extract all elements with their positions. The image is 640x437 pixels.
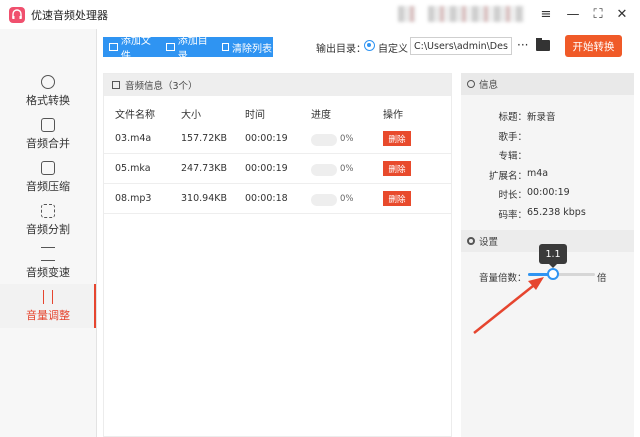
minimize-icon[interactable]: — <box>565 6 581 22</box>
gear-icon <box>467 237 475 245</box>
column-header-size: 大小 <box>181 110 201 121</box>
compress-icon <box>41 160 55 175</box>
sidebar-item-volume-adjust[interactable]: 音量调整 <box>0 284 96 328</box>
add-file-label: 添加文件 <box>120 36 151 62</box>
settings-title: 设置 <box>479 237 499 248</box>
info-key: 专辑： <box>498 151 527 162</box>
info-key: 歌手： <box>498 132 527 143</box>
audio-list-header: 音频信息（3个） <box>104 74 451 96</box>
close-icon[interactable]: ✕ <box>614 6 630 22</box>
info-key: 码率： <box>498 210 527 221</box>
sidebar-item-label: 音频变速 <box>26 265 70 279</box>
table-row[interactable]: 03.m4a 157.72KB 00:00:19 0% 删除 <box>104 124 451 154</box>
speed-icon <box>41 246 55 261</box>
split-icon <box>41 203 55 218</box>
file-name: 03.m4a <box>115 133 152 144</box>
volume-sliders-icon <box>43 289 53 304</box>
sidebar-item-audio-merge[interactable]: 音频合并 <box>0 112 96 156</box>
volume-value-tooltip: 1.1 <box>539 244 567 268</box>
clear-list-button[interactable]: 清除列表 <box>216 37 273 57</box>
custom-radio-label[interactable]: 自定义 <box>378 40 408 55</box>
info-value: 65.238 kbps <box>527 207 586 218</box>
progress-text: 0% <box>340 134 354 144</box>
more-options-button[interactable]: ··· <box>517 38 528 52</box>
progress-text: 0% <box>340 164 354 174</box>
sidebar-item-label: 音频分割 <box>26 222 70 236</box>
folder-icon <box>166 43 175 51</box>
column-header-time: 时间 <box>245 110 265 121</box>
sidebar: 格式转换 音频合并 音频压缩 音频分割 音频变速 音量调整 <box>0 29 97 437</box>
output-dir-label: 输出目录： <box>316 44 366 55</box>
sidebar-item-label: 音频合并 <box>26 136 70 150</box>
audio-list-title: 音频信息（3个） <box>125 81 198 92</box>
title-bar: 优速音频处理器 ≡ — ⛶ ✕ <box>0 0 640 29</box>
fullscreen-icon[interactable]: ⛶ <box>590 6 606 22</box>
delete-button[interactable]: 删除 <box>383 191 411 206</box>
sidebar-item-label: 音量调整 <box>26 308 70 322</box>
info-key: 时长： <box>498 190 527 201</box>
custom-radio[interactable] <box>364 40 375 51</box>
user-info-blurred <box>428 6 524 22</box>
add-directory-label: 添加目录 <box>177 36 208 62</box>
start-convert-button[interactable]: 开始转换 <box>565 35 622 57</box>
file-icon <box>109 43 118 51</box>
column-header-action: 操作 <box>383 110 403 121</box>
column-header-progress: 进度 <box>311 110 331 121</box>
info-key: 标题： <box>498 112 527 123</box>
file-name: 05.mka <box>115 163 151 174</box>
file-name: 08.mp3 <box>115 193 152 204</box>
audio-list-panel: 音频信息（3个） 文件名称 大小 时间 进度 操作 03.m4a 157.72K… <box>103 73 452 437</box>
sidebar-item-audio-split[interactable]: 音频分割 <box>0 198 96 242</box>
progress-bar <box>311 164 337 176</box>
info-value: 00:00:19 <box>527 187 570 198</box>
convert-icon <box>41 74 55 89</box>
info-duration-row: 时长： 00:00:19 <box>498 187 570 201</box>
file-size: 247.73KB <box>181 163 227 174</box>
info-icon <box>467 80 475 88</box>
column-header-name: 文件名称 <box>115 110 155 121</box>
info-key: 扩展名： <box>488 171 527 182</box>
progress-text: 0% <box>340 194 354 204</box>
table-row[interactable]: 05.mka 247.73KB 00:00:19 0% 删除 <box>104 154 451 184</box>
file-size: 157.72KB <box>181 133 227 144</box>
file-time: 00:00:19 <box>245 133 288 144</box>
delete-button[interactable]: 删除 <box>383 161 411 176</box>
info-extension-row: 扩展名： m4a <box>489 168 549 182</box>
info-title: 信息 <box>479 80 499 91</box>
sidebar-item-label: 音频压缩 <box>26 179 70 193</box>
menu-icon[interactable]: ≡ <box>538 6 554 22</box>
user-avatar <box>398 6 416 22</box>
info-bitrate-row: 码率： 65.238 kbps <box>498 207 586 221</box>
annotation-arrow-icon <box>473 277 544 334</box>
sidebar-item-label: 格式转换 <box>26 93 70 107</box>
open-folder-icon[interactable] <box>536 38 550 51</box>
sidebar-item-format-convert[interactable]: 格式转换 <box>0 69 96 113</box>
list-icon <box>112 81 120 89</box>
output-path-input[interactable] <box>410 37 512 55</box>
sidebar-item-audio-speed[interactable]: 音频变速 <box>0 241 96 285</box>
add-file-button[interactable]: 添加文件 <box>103 36 160 62</box>
info-value: 新录音 <box>527 112 556 123</box>
info-value: m4a <box>527 168 549 179</box>
progress-bar <box>311 194 337 206</box>
info-header: 信息 <box>461 73 634 95</box>
clear-list-label: 清除列表 <box>232 43 272 55</box>
table-row[interactable]: 08.mp3 310.94KB 00:00:18 0% 删除 <box>104 184 451 214</box>
info-title-row: 标题： 新录音 <box>498 109 556 123</box>
sidebar-item-audio-compress[interactable]: 音频压缩 <box>0 155 96 199</box>
file-size: 310.94KB <box>181 193 227 204</box>
trash-icon <box>222 43 229 51</box>
progress-bar <box>311 134 337 146</box>
delete-button[interactable]: 删除 <box>383 131 411 146</box>
file-time: 00:00:19 <box>245 163 288 174</box>
app-title: 优速音频处理器 <box>31 8 108 22</box>
file-time: 00:00:18 <box>245 193 288 204</box>
app-logo-icon <box>9 6 25 23</box>
merge-icon <box>41 117 55 132</box>
volume-unit: 倍 <box>597 273 607 284</box>
add-directory-button[interactable]: 添加目录 <box>160 36 216 62</box>
